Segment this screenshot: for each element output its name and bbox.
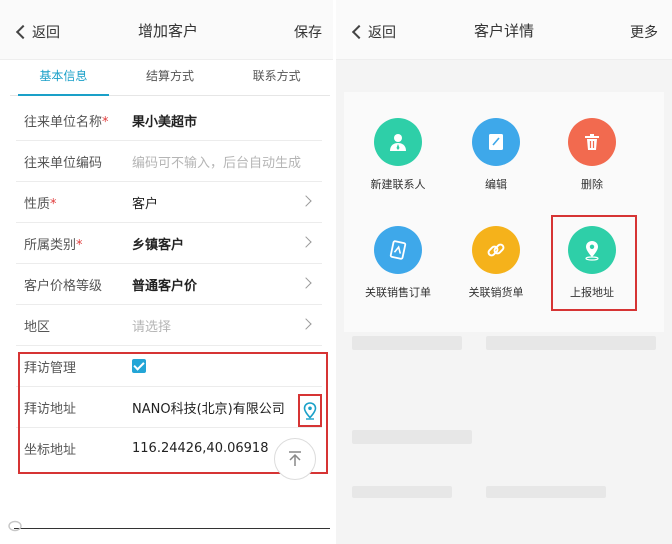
nature-select[interactable]: 客户 [132, 193, 158, 212]
watermark-logo-icon [8, 520, 22, 532]
left-back-button[interactable]: 返回 [15, 22, 60, 42]
trash-icon [585, 134, 599, 150]
customer-form: 往来单位名称* 果小美超市 往来单位编码 编码可不输入，后台自动生成 性质* 客… [16, 100, 322, 469]
coord-addr-value: 116.24426,40.06918 [132, 441, 269, 456]
delete-circle [568, 118, 616, 166]
right-back-button[interactable]: 返回 [351, 22, 396, 42]
linked-sales-order-circle [374, 226, 422, 274]
watermark [8, 520, 22, 532]
edit-icon [489, 134, 503, 150]
bottom-divider [14, 528, 330, 529]
arrow-up-icon [289, 451, 301, 466]
report-location-action[interactable]: 上报地址 [542, 226, 642, 300]
price-level-label: 客户价格等级 [24, 278, 103, 294]
blurred-content [486, 486, 606, 498]
chevron-right-icon [300, 277, 312, 289]
new-contact-label: 新建联系人 [370, 178, 426, 191]
price-level-select[interactable]: 普通客户价 [132, 275, 197, 294]
code-label: 往来单位编码 [24, 155, 103, 171]
region-label: 地区 [24, 319, 51, 335]
linked-delivery-action[interactable]: 关联销货单 [446, 226, 546, 300]
edit-label: 编辑 [485, 178, 507, 191]
chevron-right-icon [300, 318, 312, 330]
delete-action[interactable]: 删除 [542, 118, 642, 192]
linked-sales-order-action[interactable]: 关联销售订单 [348, 226, 448, 300]
price-level-row[interactable]: 客户价格等级 普通客户价 [16, 264, 322, 305]
visit-mgmt-checkbox[interactable] [132, 359, 146, 373]
save-button[interactable]: 保存 [294, 22, 322, 42]
visit-addr-field[interactable]: NANO科技(北京)有限公司 [132, 398, 285, 417]
name-row[interactable]: 往来单位名称* 果小美超市 [16, 100, 322, 141]
code-row[interactable]: 往来单位编码 编码可不输入，后台自动生成 [16, 141, 322, 182]
category-row[interactable]: 所属类别* 乡镇客户 [16, 223, 322, 264]
edit-circle [472, 118, 520, 166]
new-contact-action[interactable]: 新建联系人 [348, 118, 448, 192]
required-mark: * [102, 114, 109, 130]
form-tabs: 基本信息 结算方式 联系方式 [10, 60, 330, 96]
new-contact-circle [374, 118, 422, 166]
region-row[interactable]: 地区 请选择 [16, 305, 322, 346]
location-pin-icon [585, 241, 599, 261]
edit-action[interactable]: 编辑 [446, 118, 546, 192]
tab-basic-info[interactable]: 基本信息 [10, 60, 117, 96]
report-location-label: 上报地址 [570, 286, 614, 299]
required-mark: * [50, 196, 57, 212]
locate-button[interactable] [298, 394, 322, 427]
add-customer-screen: 返回 增加客户 保存 基本信息 结算方式 联系方式 往来单位名称* 果小美超市 … [0, 0, 336, 544]
blurred-content [486, 336, 656, 350]
category-select[interactable]: 乡镇客户 [132, 234, 184, 253]
name-field[interactable]: 果小美超市 [132, 111, 197, 130]
visit-addr-label: 拜访地址 [24, 401, 77, 417]
visit-mgmt-row: 拜访管理 [16, 346, 322, 387]
delete-label: 删除 [581, 178, 603, 191]
report-location-circle [568, 226, 616, 274]
left-back-label: 返回 [32, 25, 60, 41]
linked-delivery-label: 关联销货单 [468, 286, 524, 299]
code-field[interactable]: 编码可不输入，后台自动生成 [132, 152, 301, 171]
nature-label: 性质* [24, 196, 57, 212]
blurred-content [352, 336, 462, 350]
linked-delivery-circle [472, 226, 520, 274]
chevron-right-icon [300, 195, 312, 207]
chevron-left-icon [351, 24, 367, 40]
linked-sales-order-label: 关联销售订单 [365, 286, 431, 299]
required-mark: * [76, 237, 83, 253]
link-icon [487, 243, 505, 257]
blurred-content [352, 486, 452, 498]
region-select[interactable]: 请选择 [132, 316, 171, 335]
chevron-right-icon [300, 236, 312, 248]
tab-settlement[interactable]: 结算方式 [117, 60, 224, 95]
left-nav-bar: 返回 增加客户 保存 [0, 0, 336, 60]
name-label: 往来单位名称* [24, 114, 109, 130]
right-back-label: 返回 [368, 25, 396, 41]
tab-contact[interactable]: 联系方式 [223, 60, 330, 95]
order-icon [389, 240, 407, 260]
right-nav-bar: 返回 客户详情 更多 [336, 0, 672, 60]
visit-addr-row[interactable]: 拜访地址 NANO科技(北京)有限公司 [16, 387, 322, 428]
customer-detail-screen: 返回 客户详情 更多 新建联系人 编辑 删除 关联销售订单 关联销货单 上报地址 [336, 0, 672, 544]
scroll-top-button[interactable] [274, 438, 316, 480]
coord-addr-label: 坐标地址 [24, 443, 77, 458]
category-label: 所属类别* [24, 237, 83, 253]
nature-row[interactable]: 性质* 客户 [16, 182, 322, 223]
visit-mgmt-label: 拜访管理 [24, 360, 77, 376]
location-pin-icon [303, 401, 317, 420]
blurred-content [352, 430, 472, 444]
contact-icon [390, 134, 406, 151]
more-button[interactable]: 更多 [630, 22, 658, 42]
chevron-left-icon [15, 24, 31, 40]
